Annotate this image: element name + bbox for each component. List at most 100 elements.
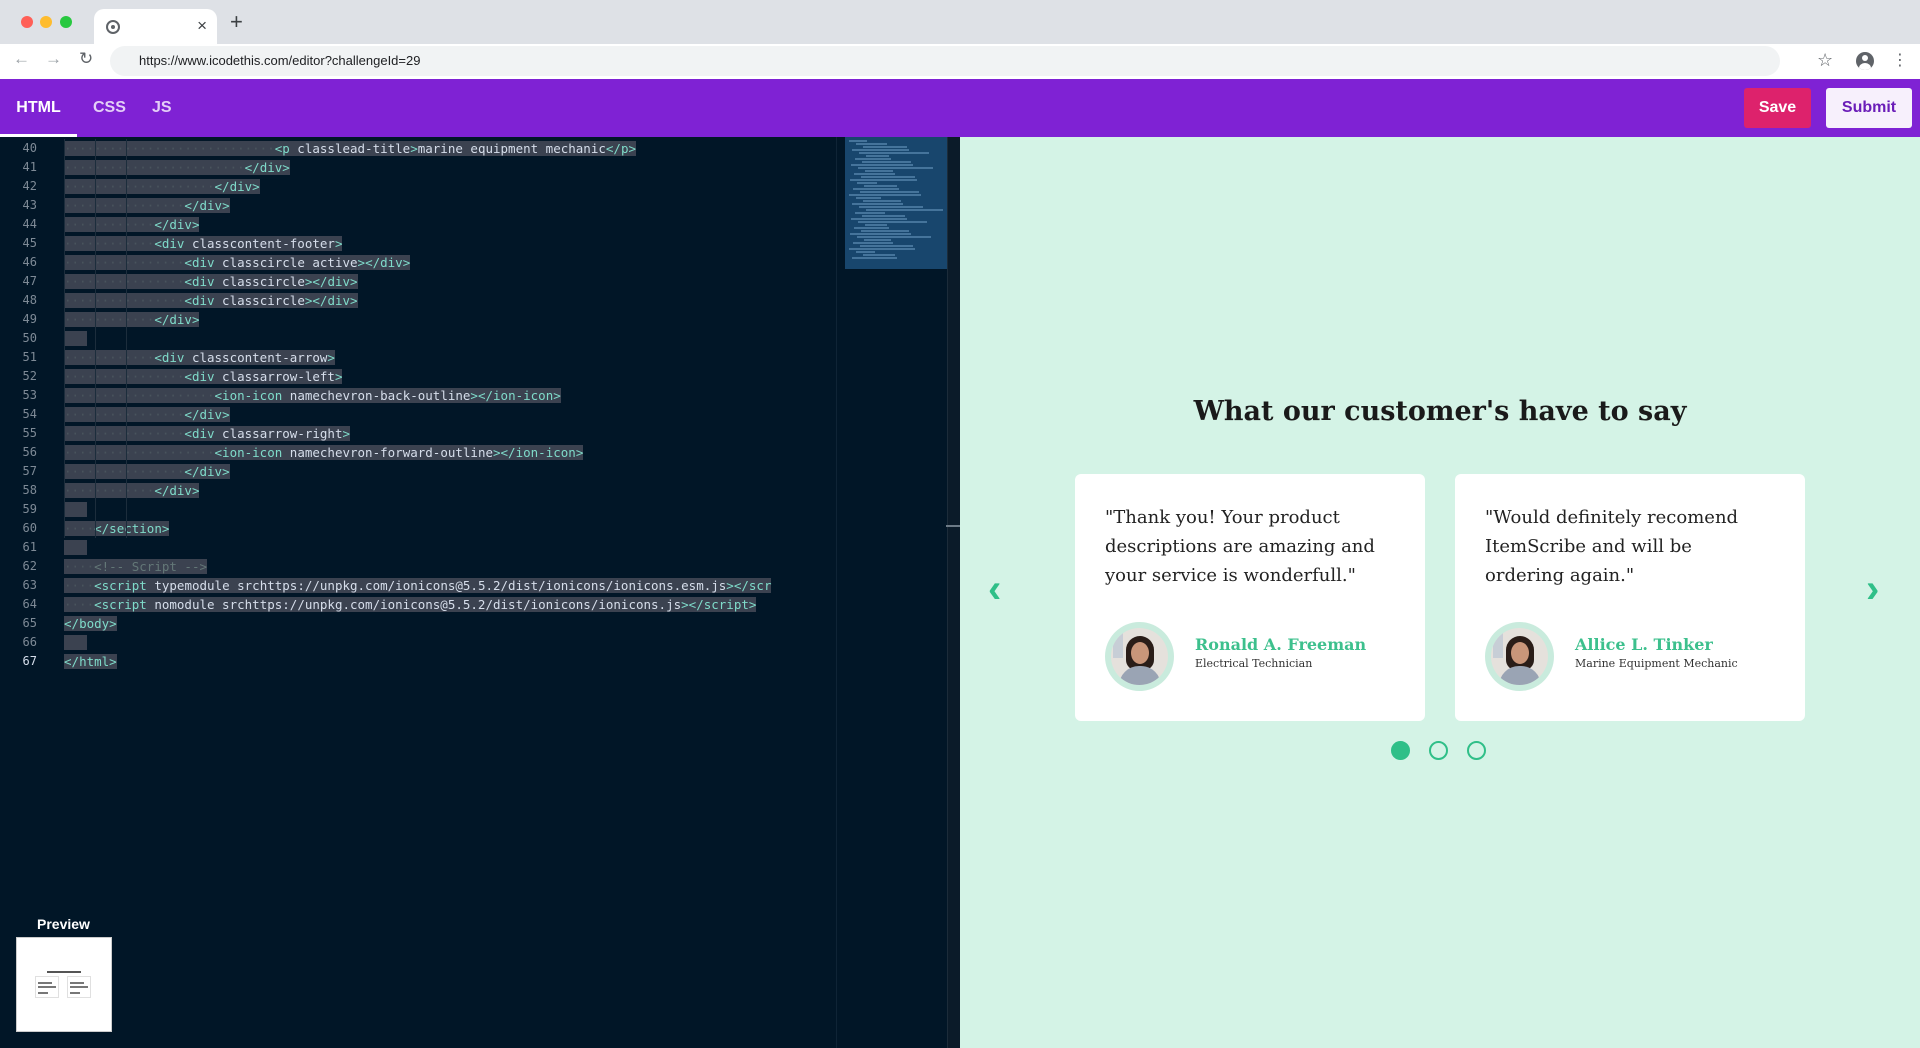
forward-arrow-icon[interactable]: → [45,49,62,69]
chevron-left-icon[interactable]: ‹ [988,569,1001,609]
minimap-line [857,182,877,184]
line-number: 53 [22,388,37,402]
line-number: 52 [22,369,37,383]
tab-html[interactable]: HTML [0,79,77,137]
minimap-line [859,206,923,208]
line-number: 43 [22,198,37,212]
minimap-line [856,143,887,145]
code-line[interactable] [64,500,87,519]
tab-js[interactable]: JS [152,79,172,137]
preview-thumbnail[interactable] [16,937,112,1032]
person-name: Ronald A. Freeman [1195,635,1367,654]
browser-tab[interactable]: × [94,9,217,44]
indent-guide [95,139,96,538]
minimap-line [854,227,889,229]
code-line[interactable]: ················</div> [64,196,230,215]
code-line[interactable]: ····················<ion-icon namechevro… [64,443,584,462]
code-line[interactable] [64,538,87,557]
reload-icon[interactable]: ↻ [79,49,93,69]
code-line[interactable]: ················<div classcircle></div> [64,291,358,310]
line-number: 42 [22,179,37,193]
back-arrow-icon[interactable]: ← [13,49,30,69]
code-line[interactable]: </html> [64,652,117,671]
minimap-line [856,197,881,199]
line-number: 47 [22,274,37,288]
code-line[interactable]: ····<script nomodule srchttps://unpkg.co… [64,595,757,614]
minimap-line [850,233,911,235]
minimap-line [866,155,889,157]
person-role: Electrical Technician [1195,657,1313,670]
minimap-line [866,209,943,211]
line-number: 45 [22,236,37,250]
code-line[interactable]: ················</div> [64,462,230,481]
code-editor[interactable]: 40 ····························<p classle… [0,137,947,1048]
browser-toolbar: ← → ↻ https://www.icodethis.com/editor?c… [0,44,1920,79]
minimap-line [861,230,909,232]
minimap-line [858,221,927,223]
code-line[interactable]: ················<div classcircle active>… [64,253,411,272]
avatar [1105,622,1174,691]
code-line[interactable]: ····</section> [64,519,170,538]
new-tab-icon[interactable]: + [230,11,243,33]
line-number: 55 [22,426,37,440]
code-line[interactable]: ····················<ion-icon namechevro… [64,386,561,405]
panel-divider[interactable] [947,137,960,1048]
minimap-line [864,185,897,187]
browser-menu-icon[interactable]: ⋮ [1892,51,1908,71]
code-line[interactable]: ············</div> [64,310,200,329]
carousel-dot[interactable] [1429,741,1448,760]
minimap-line [860,191,919,193]
line-number: 65 [22,616,37,630]
minimap-line [852,257,897,259]
testimonials-title: What our customer's have to say [1193,396,1687,427]
carousel-dot[interactable] [1467,741,1486,760]
code-line[interactable]: ····················</div> [64,177,260,196]
scroll-position-marker [946,525,960,527]
code-line[interactable]: ············<div classcontent-footer> [64,234,343,253]
window-minimize-dot[interactable] [40,16,52,28]
profile-avatar-icon[interactable] [1856,52,1874,70]
testimonial-card: "Thank you! Your product descriptions ar… [1075,474,1425,721]
code-line[interactable]: </body> [64,614,117,633]
window-maximize-dot[interactable] [60,16,72,28]
line-number: 58 [22,483,37,497]
minimap-line [860,245,913,247]
window-close-dot[interactable] [21,16,33,28]
code-line[interactable]: ················<div classcircle></div> [64,272,358,291]
minimap-line [853,188,899,190]
code-line[interactable] [64,329,87,348]
minimap-line [849,140,867,142]
code-line[interactable]: ····<!-- Script --> [64,557,207,576]
bookmark-star-icon[interactable]: ☆ [1817,50,1833,70]
minimap-line [861,176,915,178]
save-button[interactable]: Save [1744,88,1811,128]
minimap[interactable] [845,137,947,269]
tab-css[interactable]: CSS [93,79,126,137]
carousel-dot[interactable] [1391,741,1410,760]
code-line[interactable]: ············<div classcontent-arrow> [64,348,335,367]
code-line[interactable]: ············</div> [64,215,200,234]
code-line[interactable]: ············</div> [64,481,200,500]
person-role: Marine Equipment Mechanic [1575,657,1738,670]
avatar [1485,622,1554,691]
code-line[interactable]: ················<div classarrow-right> [64,424,351,443]
minimap-line [855,158,891,160]
submit-button[interactable]: Submit [1826,88,1912,128]
indent-guide [64,139,65,538]
code-line[interactable] [64,633,87,652]
testimonial-quote: "Thank you! Your product descriptions ar… [1105,507,1375,586]
tab-close-icon[interactable]: × [197,17,207,34]
line-number: 50 [22,331,37,345]
line-number: 66 [22,635,37,649]
code-line[interactable]: ················</div> [64,405,230,424]
code-line[interactable]: ························</div> [64,158,290,177]
minimap-line [863,254,895,256]
line-number: 51 [22,350,37,364]
code-line[interactable]: ····························<p classlead… [64,139,637,158]
address-bar[interactable]: https://www.icodethis.com/editor?challen… [110,46,1780,76]
minimap-line [851,218,907,220]
line-number: 67 [22,654,37,668]
code-line[interactable]: ················<div classarrow-left> [64,367,343,386]
code-line[interactable]: ····<script typemodule srchttps://unpkg.… [64,576,772,595]
chevron-right-icon[interactable]: › [1866,569,1879,609]
